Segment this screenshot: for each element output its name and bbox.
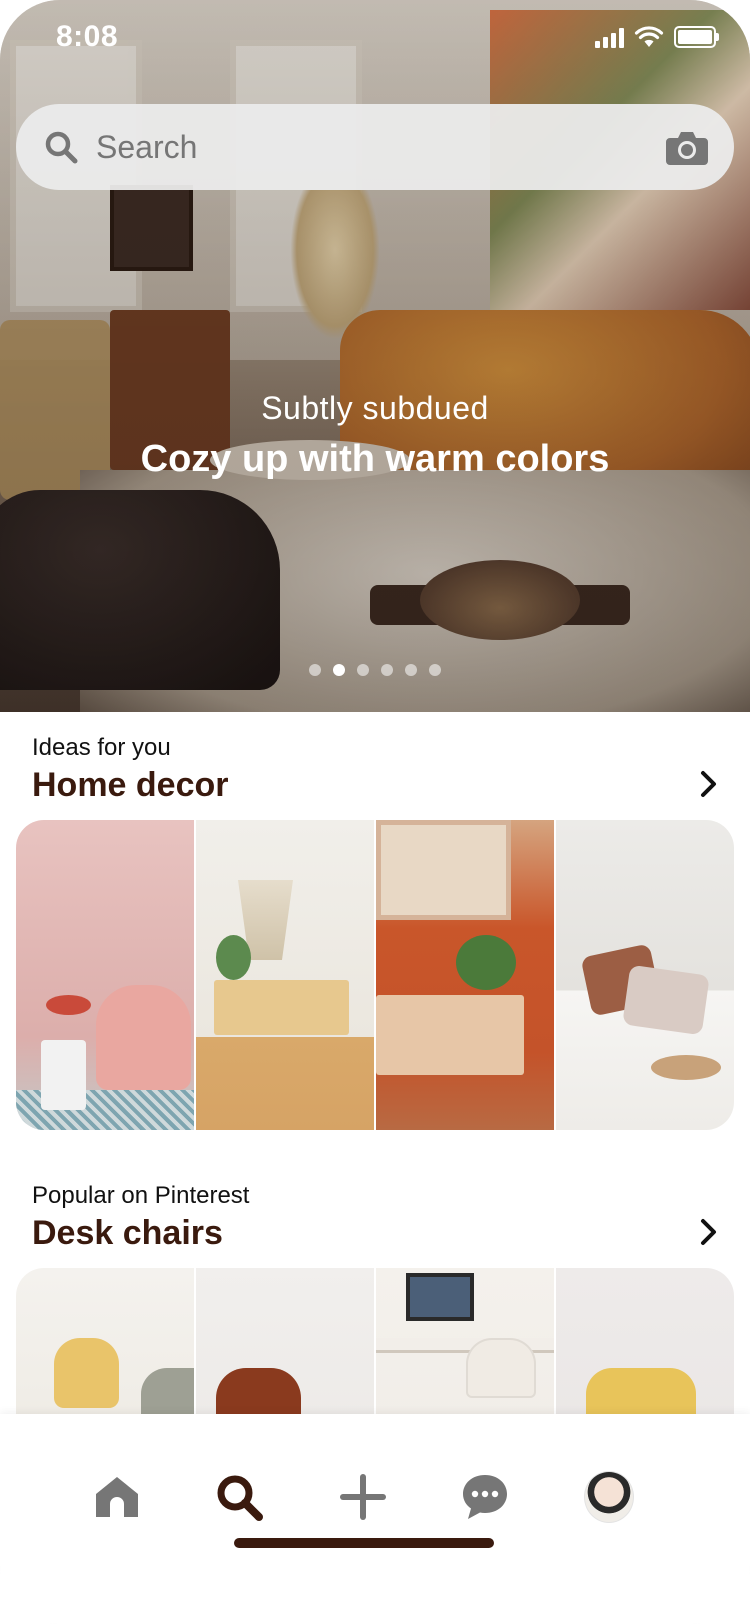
search-icon: [45, 131, 78, 164]
home-decor-pin-bed[interactable]: [556, 820, 734, 1130]
wifi-icon: [634, 26, 664, 47]
chat-icon: [463, 1475, 507, 1519]
home-decor-pin-orange-wall[interactable]: [376, 820, 554, 1130]
home-decor-board[interactable]: [16, 820, 734, 1130]
tab-messages[interactable]: [460, 1472, 510, 1522]
carousel-dot[interactable]: [309, 664, 321, 676]
carousel-dot[interactable]: [405, 664, 417, 676]
phone-screen: Subtly subdued Cozy up with warm colors …: [0, 0, 750, 1624]
camera-icon[interactable]: [666, 129, 708, 165]
search-input[interactable]: [94, 127, 666, 167]
hero-title: Cozy up with warm colors: [140, 438, 610, 480]
home-decor-pin-pink-chair[interactable]: [16, 820, 194, 1130]
cellular-signal-icon: [595, 26, 624, 48]
home-indicator[interactable]: [234, 1538, 494, 1548]
hero-subtitle: Subtly subdued: [261, 390, 489, 426]
tab-bar: [0, 1414, 750, 1624]
carousel-dot[interactable]: [357, 664, 369, 676]
battery-icon: [674, 26, 719, 48]
section-title-home-decor[interactable]: Home decor: [32, 766, 229, 805]
status-icons: [595, 26, 719, 48]
tab-profile[interactable]: [584, 1471, 634, 1523]
section-kicker-home-decor: Ideas for you: [32, 734, 171, 761]
search-bar[interactable]: [16, 104, 734, 190]
home-decor-pin-sideboard[interactable]: [196, 820, 374, 1130]
home-icon: [96, 1477, 138, 1517]
section-kicker-desk-chairs: Popular on Pinterest: [32, 1182, 250, 1209]
carousel-dot[interactable]: [429, 664, 441, 676]
carousel-dot-active[interactable]: [333, 664, 345, 676]
section-title-desk-chairs[interactable]: Desk chairs: [32, 1214, 223, 1253]
chevron-right-icon[interactable]: [694, 1218, 722, 1246]
carousel-dot[interactable]: [381, 664, 393, 676]
tab-create[interactable]: [338, 1472, 388, 1522]
chevron-right-icon[interactable]: [694, 770, 722, 798]
tab-search[interactable]: [214, 1472, 264, 1522]
carousel-dots[interactable]: [0, 664, 750, 676]
tab-home[interactable]: [92, 1472, 142, 1522]
avatar: [584, 1471, 634, 1523]
status-time: 8:08: [56, 20, 119, 53]
plus-icon: [340, 1474, 386, 1520]
search-icon: [217, 1475, 263, 1521]
